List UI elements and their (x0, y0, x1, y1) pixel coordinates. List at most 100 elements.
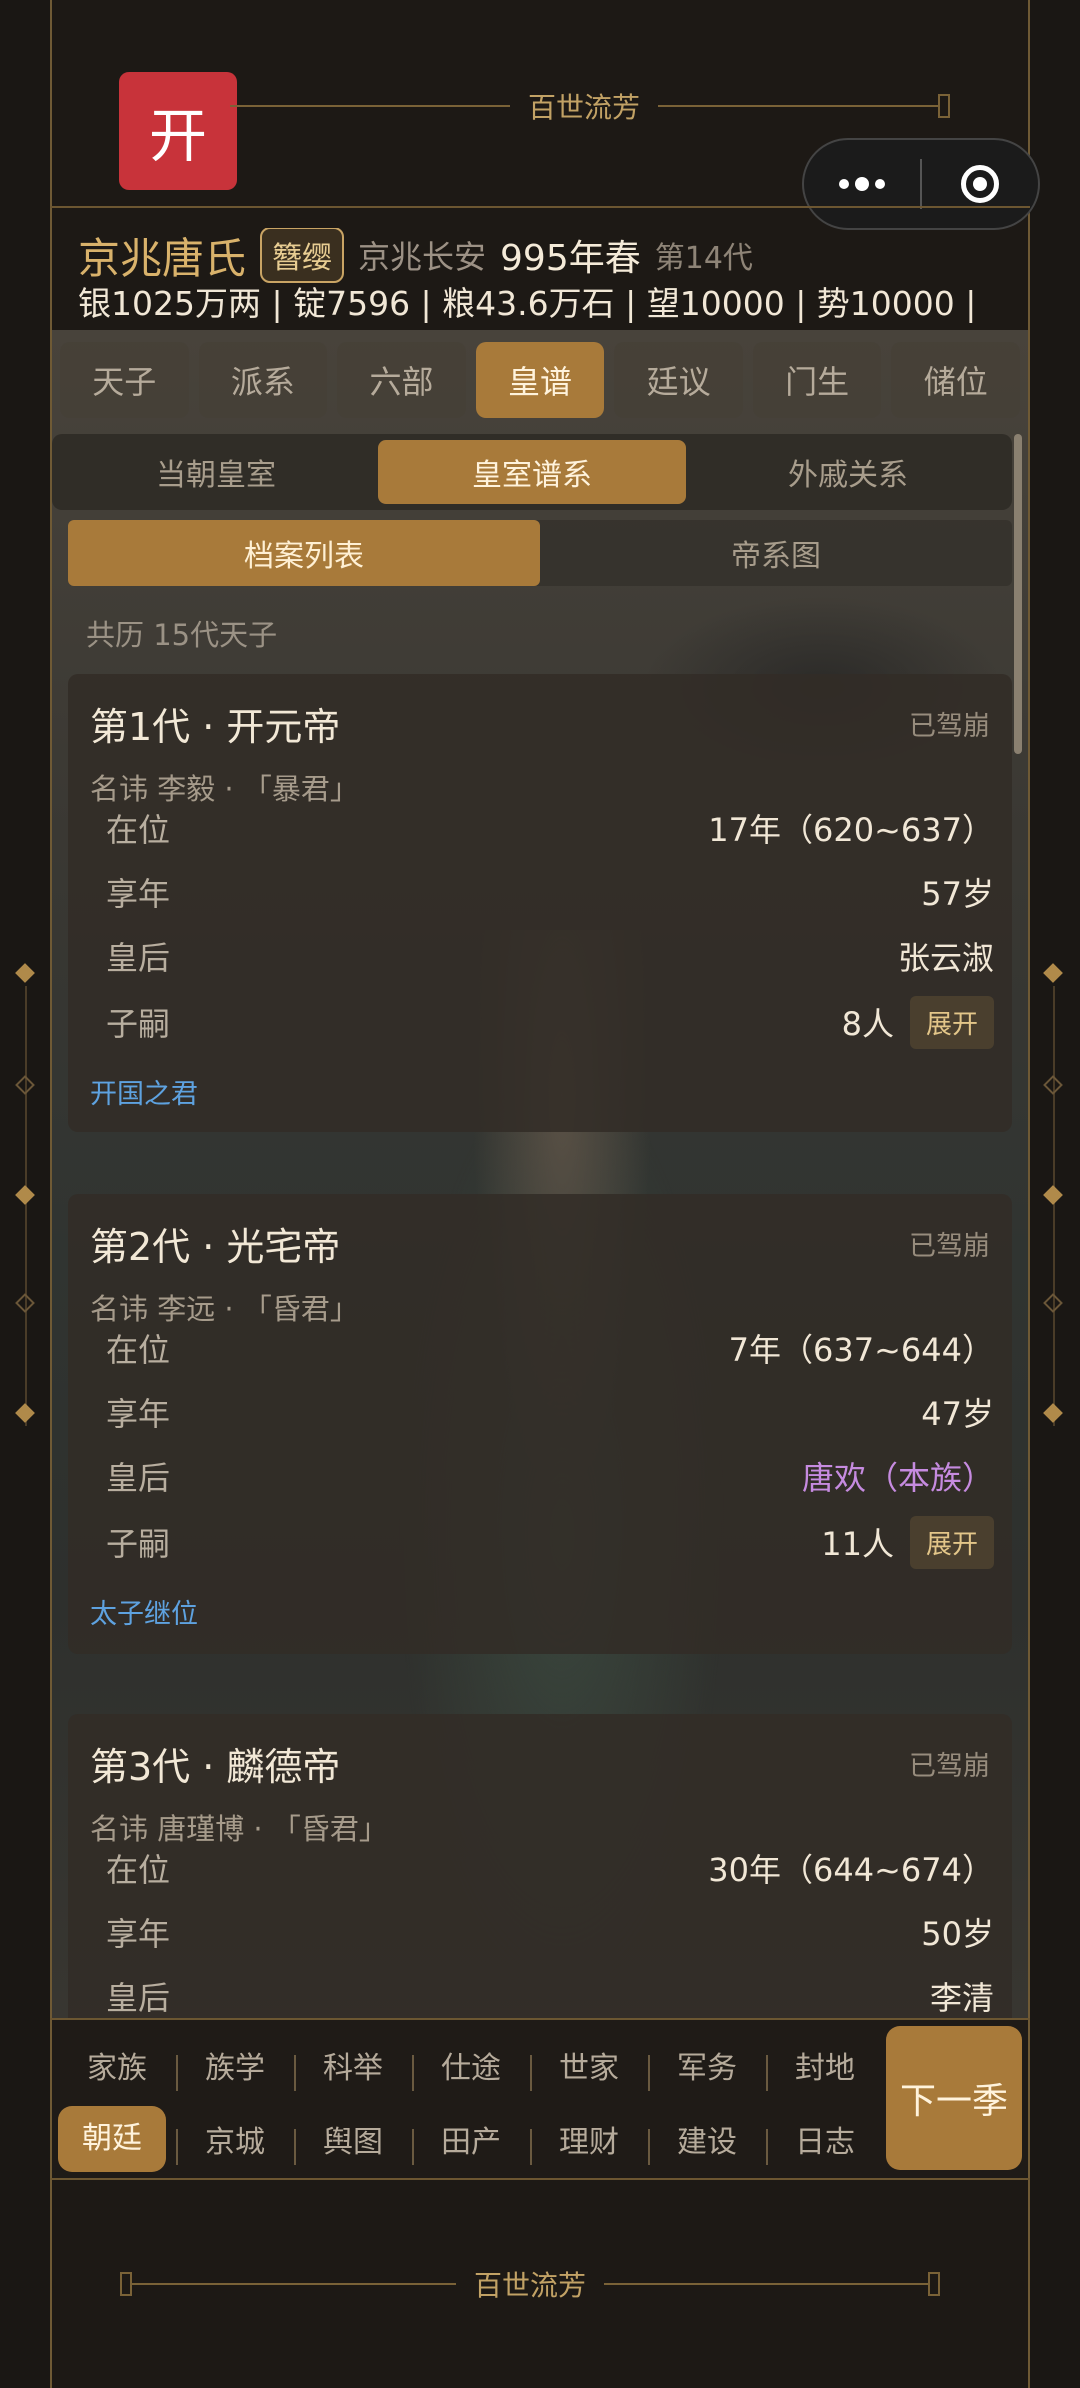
lifespan-label: 享年 (106, 1915, 171, 1953)
empress-label: 皇后 (106, 1979, 171, 2017)
empress-label: 皇后 (106, 939, 171, 977)
heirs-value: 11人 (821, 1525, 894, 1563)
top-banner: 百世流芳 (230, 86, 951, 126)
nav-family[interactable]: 家族 (58, 2043, 176, 2087)
banner-line-left (230, 105, 510, 107)
nav-military[interactable]: 军务 (648, 2043, 766, 2091)
right-ornament (1043, 963, 1064, 1446)
tab-current-royals[interactable]: 当朝皇室 (62, 440, 370, 504)
reign-label: 在位 (106, 1331, 171, 1369)
footer-banner: 百世流芳 (120, 2264, 941, 2304)
tab-consort-relations[interactable]: 外戚关系 (694, 440, 1002, 504)
reign-row: 在位 17年（620~637） (106, 798, 994, 858)
reign-label: 在位 (106, 811, 171, 849)
reign-value: 17年（620~637） (708, 811, 994, 849)
bottom-nav: 家族 族学 科举 仕途 世家 军务 封地 朝廷 京城 舆图 田产 理财 建设 日… (52, 2020, 1028, 2180)
main-tabs: 天子 派系 六部 皇谱 廷议 门生 储位 (60, 342, 1021, 418)
emperor-card[interactable]: 第2代 · 光宅帝 已驾崩 名讳 李远 · 「昏君」 在位 7年（637~644… (68, 1194, 1012, 1654)
court-panel: 天子 派系 六部 皇谱 廷议 门生 储位 当朝皇室 皇室谱系 外戚关系 档案列表… (52, 330, 1028, 2020)
nav-career[interactable]: 仕途 (412, 2043, 530, 2091)
reign-value: 7年（637~644） (728, 1331, 994, 1369)
nav-court[interactable]: 朝廷 (58, 2106, 166, 2172)
tab-tingyi[interactable]: 廷议 (614, 342, 743, 418)
header-divider (50, 206, 1030, 208)
nav-finance[interactable]: 理财 (530, 2117, 648, 2165)
empress-row: 皇后 唐欢（本族） (106, 1446, 994, 1506)
lifespan-row: 享年 57岁 (106, 862, 994, 922)
lifespan-row: 享年 50岁 (106, 1902, 994, 1962)
nav-exam[interactable]: 科举 (294, 2043, 412, 2091)
nav-map[interactable]: 舆图 (294, 2117, 412, 2165)
nav-capital[interactable]: 京城 (176, 2117, 294, 2165)
banner-cap (928, 2272, 941, 2296)
nav-fief[interactable]: 封地 (766, 2043, 884, 2091)
empress-value: 唐欢（本族） (801, 1459, 994, 1497)
nav-farmland[interactable]: 田产 (412, 2117, 530, 2165)
footer-title: 百世流芳 (474, 2269, 587, 2302)
scrollbar[interactable] (1014, 434, 1022, 1084)
banner-line-right (658, 105, 939, 107)
empress-label: 皇后 (106, 1459, 171, 1497)
lifespan-row: 享年 47岁 (106, 1382, 994, 1442)
lifespan-value: 57岁 (921, 875, 994, 913)
clan-name: 京兆唐氏 (78, 233, 247, 283)
tab-lineage-chart[interactable]: 帝系图 (540, 520, 1012, 586)
banner-line-right (604, 2283, 929, 2285)
lifespan-label: 享年 (106, 875, 171, 913)
banner-cap (938, 94, 951, 118)
view-tabs: 档案列表 帝系图 (68, 520, 1012, 586)
nav-construction[interactable]: 建设 (648, 2117, 766, 2165)
generation-text: 第14代 (654, 241, 753, 276)
tab-tianzi[interactable]: 天子 (60, 342, 189, 418)
nav-row-1: 家族 族学 科举 仕途 世家 军务 封地 (58, 2030, 884, 2100)
left-ornament (15, 963, 36, 1446)
reign-label: 在位 (106, 1851, 171, 1889)
emperor-title: 第3代 · 麟德帝 (90, 1745, 341, 1789)
emperor-status: 已驾崩 (909, 1751, 990, 1782)
expand-button[interactable]: 展开 (909, 1515, 994, 1569)
lifespan-label: 享年 (106, 1395, 171, 1433)
rank-badge: 簪缨 (260, 228, 345, 283)
emperor-status: 已驾崩 (909, 711, 990, 742)
tab-liubu[interactable]: 六部 (337, 342, 466, 418)
empress-value: 李清 (929, 1979, 994, 2017)
next-season-button[interactable]: 下一季 (886, 2026, 1022, 2170)
expand-button[interactable]: 展开 (909, 995, 994, 1049)
nav-bottom-divider (50, 2178, 1030, 2180)
emperor-card[interactable]: 第3代 · 麟德帝 已驾崩 名讳 唐瑾博 · 「昏君」 在位 30年（644~6… (68, 1714, 1012, 2020)
banner-cap (120, 2272, 132, 2296)
heirs-label: 子嗣 (106, 1525, 171, 1563)
heirs-row: 子嗣 8人 展开 (106, 992, 994, 1052)
reign-row: 在位 30年（644~674） (106, 1838, 994, 1898)
clan-info: 京兆唐氏 簪缨 京兆长安 995年春 第14代 银1025万两 | 锭7596 … (78, 228, 1018, 328)
banner-title: 百世流芳 (528, 91, 641, 124)
emperor-tag[interactable]: 太子继位 (90, 1592, 198, 1631)
heirs-row: 子嗣 11人 展开 (106, 1512, 994, 1572)
heirs-value: 8人 (841, 1005, 894, 1043)
tab-royal-lineage[interactable]: 皇室谱系 (378, 440, 686, 504)
resource-bar: 银1025万两 | 锭7596 | 粮43.6万石 | 望10000 | 势10… (78, 284, 977, 323)
emperor-title: 第2代 · 光宅帝 (90, 1225, 341, 1269)
emperor-status: 已驾崩 (909, 1231, 990, 1262)
tab-paixi[interactable]: 派系 (198, 342, 328, 418)
tab-mensheng[interactable]: 门生 (752, 342, 882, 418)
empress-row: 皇后 张云淑 (106, 926, 994, 986)
nav-row-2: 朝廷 京城 舆图 田产 理财 建设 日志 (58, 2104, 884, 2174)
open-button[interactable]: 开 (119, 72, 237, 190)
tab-archive-list[interactable]: 档案列表 (68, 520, 540, 586)
heirs-label: 子嗣 (106, 1005, 171, 1043)
close-target-icon[interactable] (922, 165, 1038, 203)
more-icon[interactable] (804, 177, 920, 191)
empress-row: 皇后 李清 (106, 1966, 994, 2020)
tab-huangpu[interactable]: 皇谱 (475, 342, 605, 418)
nav-noble-families[interactable]: 世家 (530, 2043, 648, 2091)
emperor-title: 第1代 · 开元帝 (90, 705, 341, 749)
reign-row: 在位 7年（637~644） (106, 1318, 994, 1378)
emperor-tag[interactable]: 开国之君 (90, 1072, 198, 1111)
nav-log[interactable]: 日志 (766, 2117, 884, 2165)
season-text: 995年春 (500, 238, 641, 279)
nav-clan-school[interactable]: 族学 (176, 2043, 294, 2091)
emperor-card[interactable]: 第1代 · 开元帝 已驾崩 名讳 李毅 · 「暴君」 在位 17年（620~63… (68, 674, 1012, 1132)
location-text: 京兆长安 (358, 238, 487, 276)
tab-chuwei[interactable]: 储位 (891, 342, 1021, 418)
